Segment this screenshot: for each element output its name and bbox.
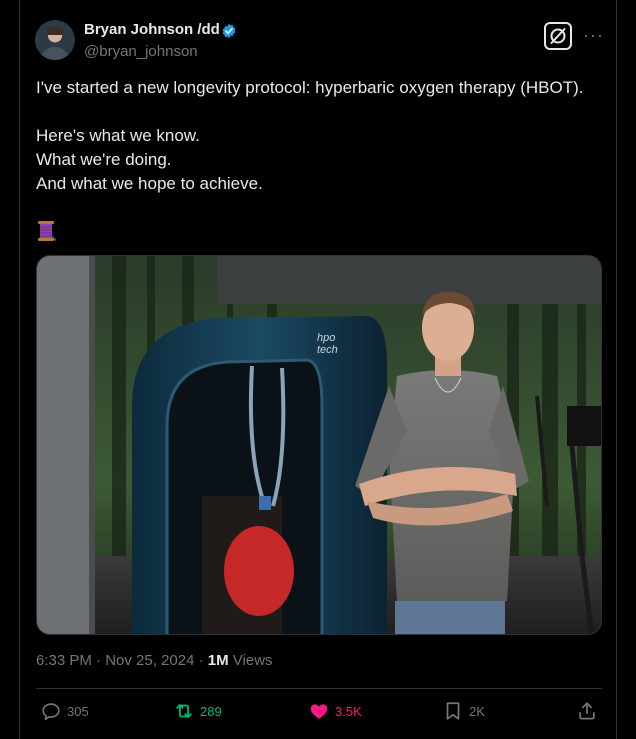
share-icon	[579, 702, 595, 720]
avatar-shoulders	[40, 47, 70, 60]
more-dots-icon: ···	[583, 25, 604, 45]
divider	[36, 688, 602, 689]
meta-separator: ·	[91, 652, 106, 669]
avatar-hair	[46, 27, 64, 35]
svg-text:hpo: hpo	[317, 332, 335, 344]
tweet-time[interactable]: 6:33 PM	[36, 652, 92, 669]
tweet-media-image[interactable]: hpo tech	[36, 255, 602, 635]
more-options-button[interactable]: ···	[583, 26, 604, 44]
thread-spool-icon	[38, 221, 56, 242]
views-count[interactable]: 1M	[208, 652, 229, 669]
grok-icon	[550, 28, 566, 44]
bookmark-button[interactable]: 2K	[442, 700, 485, 722]
meta-separator: ·	[194, 652, 208, 669]
author-display-name[interactable]: Bryan Johnson /dd	[84, 21, 220, 38]
tweet-text: I've started a new longevity protocol: h…	[36, 76, 596, 196]
grok-button[interactable]	[544, 22, 572, 50]
bookmark-icon	[446, 702, 460, 720]
verified-badge-icon	[222, 24, 236, 38]
tweet-paragraph: I've started a new longevity protocol: h…	[36, 78, 584, 97]
views-label: Views	[228, 652, 273, 669]
avatar[interactable]	[35, 20, 75, 60]
hbot-chamber-photo: hpo tech	[37, 256, 601, 634]
reply-count: 305	[67, 703, 89, 719]
tweet-paragraph: Here's what we know. What we're doing. A…	[36, 126, 263, 193]
bookmark-count: 2K	[469, 703, 485, 719]
svg-text:tech: tech	[317, 344, 338, 356]
retweet-button[interactable]: 289	[173, 700, 222, 722]
retweet-icon	[176, 704, 192, 718]
retweet-count: 289	[200, 703, 222, 719]
reply-button[interactable]: 305	[40, 700, 89, 722]
author-handle[interactable]: @bryan_johnson	[84, 43, 198, 60]
share-button[interactable]	[576, 700, 603, 722]
like-button[interactable]: 3.5K	[308, 700, 362, 722]
like-count: 3.5K	[335, 703, 362, 719]
tweet-meta: 6:33 PM · Nov 25, 2024 · 1M Views	[36, 652, 273, 669]
heart-icon	[310, 704, 328, 719]
reply-icon	[42, 703, 60, 721]
tweet-date[interactable]: Nov 25, 2024	[105, 652, 194, 669]
